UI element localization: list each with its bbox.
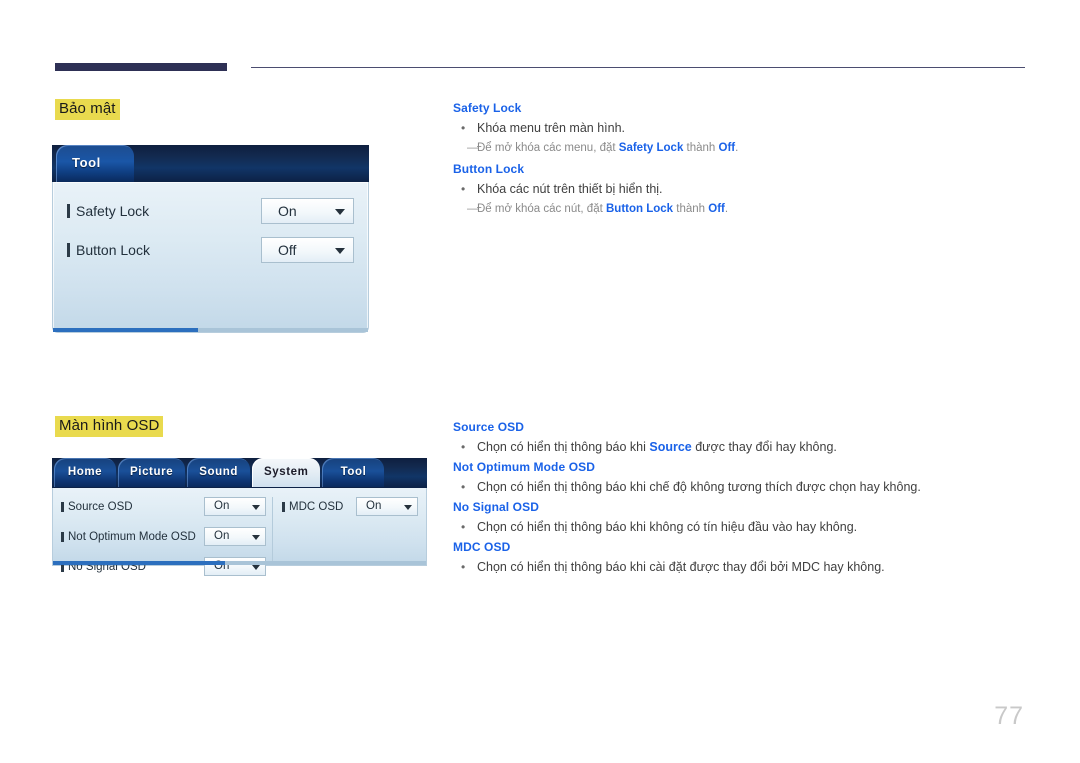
setting-label-source-osd: Source OSD xyxy=(61,501,133,513)
note-button-lock-post: . xyxy=(724,203,729,215)
setting-value-safety-lock: On xyxy=(278,203,297,219)
chevron-down-icon xyxy=(335,248,345,254)
chevron-down-icon xyxy=(404,504,412,510)
setting-value-source-osd: On xyxy=(214,500,230,512)
term-button-lock: Button Lock xyxy=(453,162,525,176)
bullet-source-osd: Chọn có hiển thị thông báo khi Source đư… xyxy=(453,438,1043,457)
osd-description-column: Source OSD Chọn có hiển thị thông báo kh… xyxy=(453,418,1043,578)
note-button-lock-term: Button Lock xyxy=(606,203,674,215)
note-safety-lock-mid: thành xyxy=(683,142,719,154)
setting-row-source-osd: Source OSD On xyxy=(61,497,266,516)
term-safety-lock: Safety Lock xyxy=(453,101,522,115)
setting-select-safety-lock[interactable]: On xyxy=(261,198,354,224)
osd-panel-tabs: Home Picture Sound System Tool xyxy=(52,458,427,487)
bullet-safety-lock: Khóa menu trên màn hình. xyxy=(453,119,1043,138)
setting-row-no-signal-osd: No Signal OSD On xyxy=(61,557,266,576)
setting-row-not-optimum-mode-osd: Not Optimum Mode OSD On xyxy=(61,527,266,546)
bullet-mdc-osd: Chọn có hiển thị thông báo khi cài đặt đ… xyxy=(453,558,1043,577)
tool-panel-header: Tool xyxy=(52,145,369,182)
bullet-not-optimum-mode-osd: Chọn có hiển thị thông báo khi chế độ kh… xyxy=(453,478,1043,497)
tab-tool[interactable]: Tool xyxy=(322,458,385,487)
bullet-source-osd-term: Source xyxy=(649,440,692,454)
note-button-lock-mid: thành xyxy=(673,203,709,215)
note-button-lock-pre: Để mở khóa các nút, đặt xyxy=(477,203,606,215)
term-mdc-osd: MDC OSD xyxy=(453,540,511,554)
osd-panel-underline-fill xyxy=(53,561,225,565)
header-rule-thick xyxy=(55,63,227,71)
term-no-signal-osd: No Signal OSD xyxy=(453,500,539,514)
osd-panel-header: Home Picture Sound System Tool xyxy=(52,458,427,488)
chevron-down-icon xyxy=(335,209,345,215)
tool-settings-panel: Tool Safety Lock On Button Lock Off xyxy=(52,145,369,333)
note-button-lock: — Để mở khóa các nút, đặt Button Lock thà… xyxy=(453,200,1043,219)
osd-panel-body: Source OSD On Not Optimum Mode OSD On No… xyxy=(52,488,427,576)
setting-select-button-lock[interactable]: Off xyxy=(261,237,354,263)
setting-row-button-lock: Button Lock Off xyxy=(67,237,354,263)
setting-value-not-optimum-mode-osd: On xyxy=(214,530,230,542)
note-safety-lock-term: Safety Lock xyxy=(618,142,684,154)
setting-select-mdc-osd[interactable]: On xyxy=(356,497,418,516)
osd-settings-panel: Home Picture Sound System Tool Source OSD On… xyxy=(52,458,427,576)
note-safety-lock-pre: Để mở khóa các menu, đặt xyxy=(477,142,619,154)
setting-select-no-signal-osd[interactable]: On xyxy=(204,557,266,576)
page-number: 77 xyxy=(994,702,1024,730)
bullet-source-osd-post: được thay đổi hay không. xyxy=(691,440,837,454)
note-safety-lock-value: Off xyxy=(718,142,736,154)
setting-row-mdc-osd: MDC OSD On xyxy=(282,497,418,516)
note-button-lock-value: Off xyxy=(708,203,725,215)
term-source-osd: Source OSD xyxy=(453,420,525,434)
tab-sound[interactable]: Sound xyxy=(187,458,250,487)
setting-value-button-lock: Off xyxy=(278,242,297,258)
setting-select-not-optimum-mode-osd[interactable]: On xyxy=(204,527,266,546)
bullet-no-signal-osd: Chọn có hiển thị thông báo khi không có … xyxy=(453,518,1043,537)
security-description-column: Safety Lock Khóa menu trên màn hình. —Để… xyxy=(453,99,1043,221)
term-not-optimum-mode-osd: Not Optimum Mode OSD xyxy=(453,460,595,474)
setting-label-not-optimum-mode-osd: Not Optimum Mode OSD xyxy=(61,531,196,543)
osd-column-left: Source OSD On Not Optimum Mode OSD On No… xyxy=(61,497,273,576)
tab-tool[interactable]: Tool xyxy=(56,145,134,182)
setting-label-safety-lock: Safety Lock xyxy=(67,203,149,219)
tool-panel-underline-fill xyxy=(53,328,198,332)
header-rule xyxy=(55,63,1025,75)
osd-column-right: MDC OSD On xyxy=(273,497,418,565)
setting-label-mdc-osd: MDC OSD xyxy=(282,501,343,513)
tab-picture[interactable]: Picture xyxy=(118,458,186,487)
tool-panel-body: Safety Lock On Button Lock Off xyxy=(52,182,369,333)
setting-row-safety-lock: Safety Lock On xyxy=(67,198,354,224)
section-heading-security: Bảo mật xyxy=(55,99,120,120)
chevron-down-icon xyxy=(252,504,260,510)
note-safety-lock: — Để mở khóa các menu, đặt Safety Lock th… xyxy=(453,139,1043,158)
tool-panel-underline xyxy=(53,328,368,332)
bullet-source-osd-pre: Chọn có hiển thị thông báo khi xyxy=(477,440,650,454)
header-rule-thin xyxy=(251,67,1025,68)
section-heading-osd: Màn hình OSD xyxy=(55,416,164,437)
osd-panel-underline xyxy=(53,561,426,565)
setting-value-mdc-osd: On xyxy=(366,500,382,512)
chevron-down-icon xyxy=(252,564,260,570)
bullet-button-lock: Khóa các nút trên thiết bị hiển thị. xyxy=(453,180,1043,199)
setting-select-source-osd[interactable]: On xyxy=(204,497,266,516)
note-dash-icon: — xyxy=(467,142,479,154)
tab-system[interactable]: System xyxy=(251,458,321,487)
setting-label-button-lock: Button Lock xyxy=(67,242,150,258)
tab-home[interactable]: Home xyxy=(54,458,116,487)
note-dash-icon: — xyxy=(467,203,479,215)
chevron-down-icon xyxy=(252,534,260,540)
note-safety-lock-post: . xyxy=(735,142,739,154)
